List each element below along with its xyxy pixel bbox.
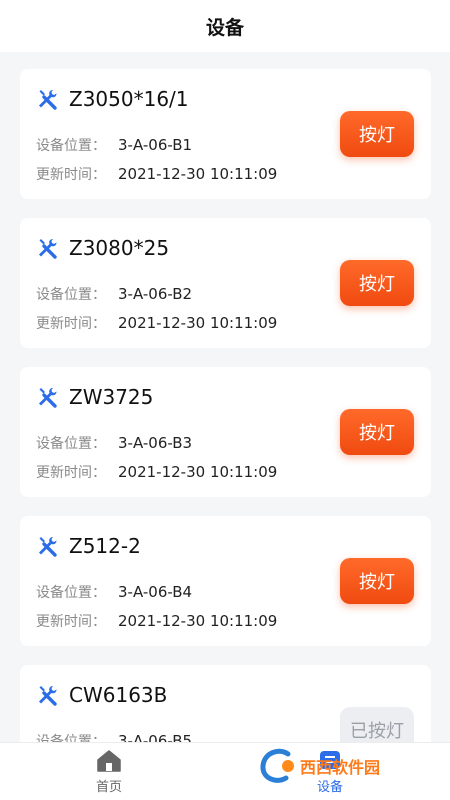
device-title-row: Z512-2 bbox=[35, 534, 141, 558]
location-label: 设备位置： bbox=[36, 436, 106, 452]
location-label: 设备位置： bbox=[36, 138, 106, 154]
device-card: Z3080*25 设备位置： 3-A-06-B2 更新时间： 2021-12-30 … bbox=[20, 218, 431, 348]
tab-home-label: 首页 bbox=[95, 780, 122, 795]
location-label: 设备位置： bbox=[36, 734, 106, 742]
device-card: Z3050*16/1 设备位置： 3-A-06-B1 更新时间： 2021-12-3… bbox=[20, 69, 431, 199]
updated-value: 2021-12-30 10:11:09 bbox=[118, 612, 278, 630]
device-location: 设备位置： 3-A-06-B5 bbox=[36, 731, 192, 742]
device-list[interactable]: Z3050*16/1 设备位置： 3-A-06-B1 更新时间： 2021-12-3… bbox=[0, 52, 450, 742]
press-light-button[interactable]: 按灯 bbox=[340, 558, 414, 604]
location-value: 3-A-06-B1 bbox=[118, 136, 193, 154]
location-label: 设备位置： bbox=[36, 585, 106, 601]
press-light-button[interactable]: 按灯 bbox=[340, 111, 414, 157]
tab-bar: 首页 设备 bbox=[0, 742, 450, 800]
device-location: 设备位置： 3-A-06-B3 bbox=[36, 433, 192, 453]
updated-value: 2021-12-30 10:11:09 bbox=[118, 314, 278, 332]
watermark-logo-icon bbox=[260, 748, 294, 783]
device-name: Z3080*25 bbox=[69, 236, 170, 260]
device-location: 设备位置： 3-A-06-B2 bbox=[36, 284, 192, 304]
device-card: CW6163B 设备位置： 3-A-06-B5 已按灯 bbox=[20, 665, 431, 742]
page-title: 设备 bbox=[205, 16, 244, 39]
pressed-light-button[interactable]: 已按灯 bbox=[340, 707, 414, 742]
page-header: 设备 bbox=[0, 0, 450, 52]
updated-label: 更新时间： bbox=[36, 167, 106, 183]
press-light-button[interactable]: 按灯 bbox=[340, 409, 414, 455]
device-updated: 更新时间： 2021-12-30 10:11:09 bbox=[36, 611, 277, 631]
device-name: CW6163B bbox=[69, 683, 168, 707]
location-value: 3-A-06-B3 bbox=[118, 434, 193, 452]
wrench-icon bbox=[39, 90, 57, 110]
device-updated: 更新时间： 2021-12-30 10:11:09 bbox=[36, 462, 277, 482]
device-name: Z512-2 bbox=[69, 534, 141, 558]
device-title-row: Z3080*25 bbox=[35, 236, 169, 260]
location-value: 3-A-06-B4 bbox=[118, 583, 193, 601]
location-value: 3-A-06-B2 bbox=[118, 285, 193, 303]
home-icon bbox=[97, 750, 121, 772]
press-light-button[interactable]: 按灯 bbox=[340, 260, 414, 306]
updated-value: 2021-12-30 10:11:09 bbox=[118, 165, 278, 183]
updated-label: 更新时间： bbox=[36, 316, 106, 332]
watermark-text: 西西软件园 bbox=[300, 758, 381, 777]
updated-label: 更新时间： bbox=[36, 465, 106, 481]
updated-value: 2021-12-30 10:11:09 bbox=[118, 463, 278, 481]
location-label: 设备位置： bbox=[36, 287, 106, 303]
device-name: Z3050*16/1 bbox=[69, 87, 189, 111]
device-updated: 更新时间： 2021-12-30 10:11:09 bbox=[36, 164, 277, 184]
device-title-row: ZW3725 bbox=[35, 385, 153, 409]
device-location: 设备位置： 3-A-06-B1 bbox=[36, 135, 192, 155]
tab-home[interactable]: 首页 bbox=[69, 749, 149, 795]
device-updated: 更新时间： 2021-12-30 10:11:09 bbox=[36, 313, 277, 333]
wrench-icon bbox=[39, 537, 57, 557]
device-title-row: Z3050*16/1 bbox=[35, 87, 189, 111]
wrench-icon bbox=[39, 388, 57, 408]
device-card: ZW3725 设备位置： 3-A-06-B3 更新时间： 2021-12-30 10… bbox=[20, 367, 431, 497]
wrench-icon bbox=[39, 686, 57, 706]
device-title-row: CW6163B bbox=[35, 683, 167, 707]
device-location: 设备位置： 3-A-06-B4 bbox=[36, 582, 192, 602]
watermark: 西西软件园 bbox=[258, 748, 380, 784]
updated-label: 更新时间： bbox=[36, 614, 106, 630]
device-name: ZW3725 bbox=[69, 385, 154, 409]
location-value: 3-A-06-B5 bbox=[118, 732, 193, 742]
wrench-icon bbox=[39, 239, 57, 259]
device-card: Z512-2 设备位置： 3-A-06-B4 更新时间： 2021-12-30 10… bbox=[20, 516, 431, 646]
